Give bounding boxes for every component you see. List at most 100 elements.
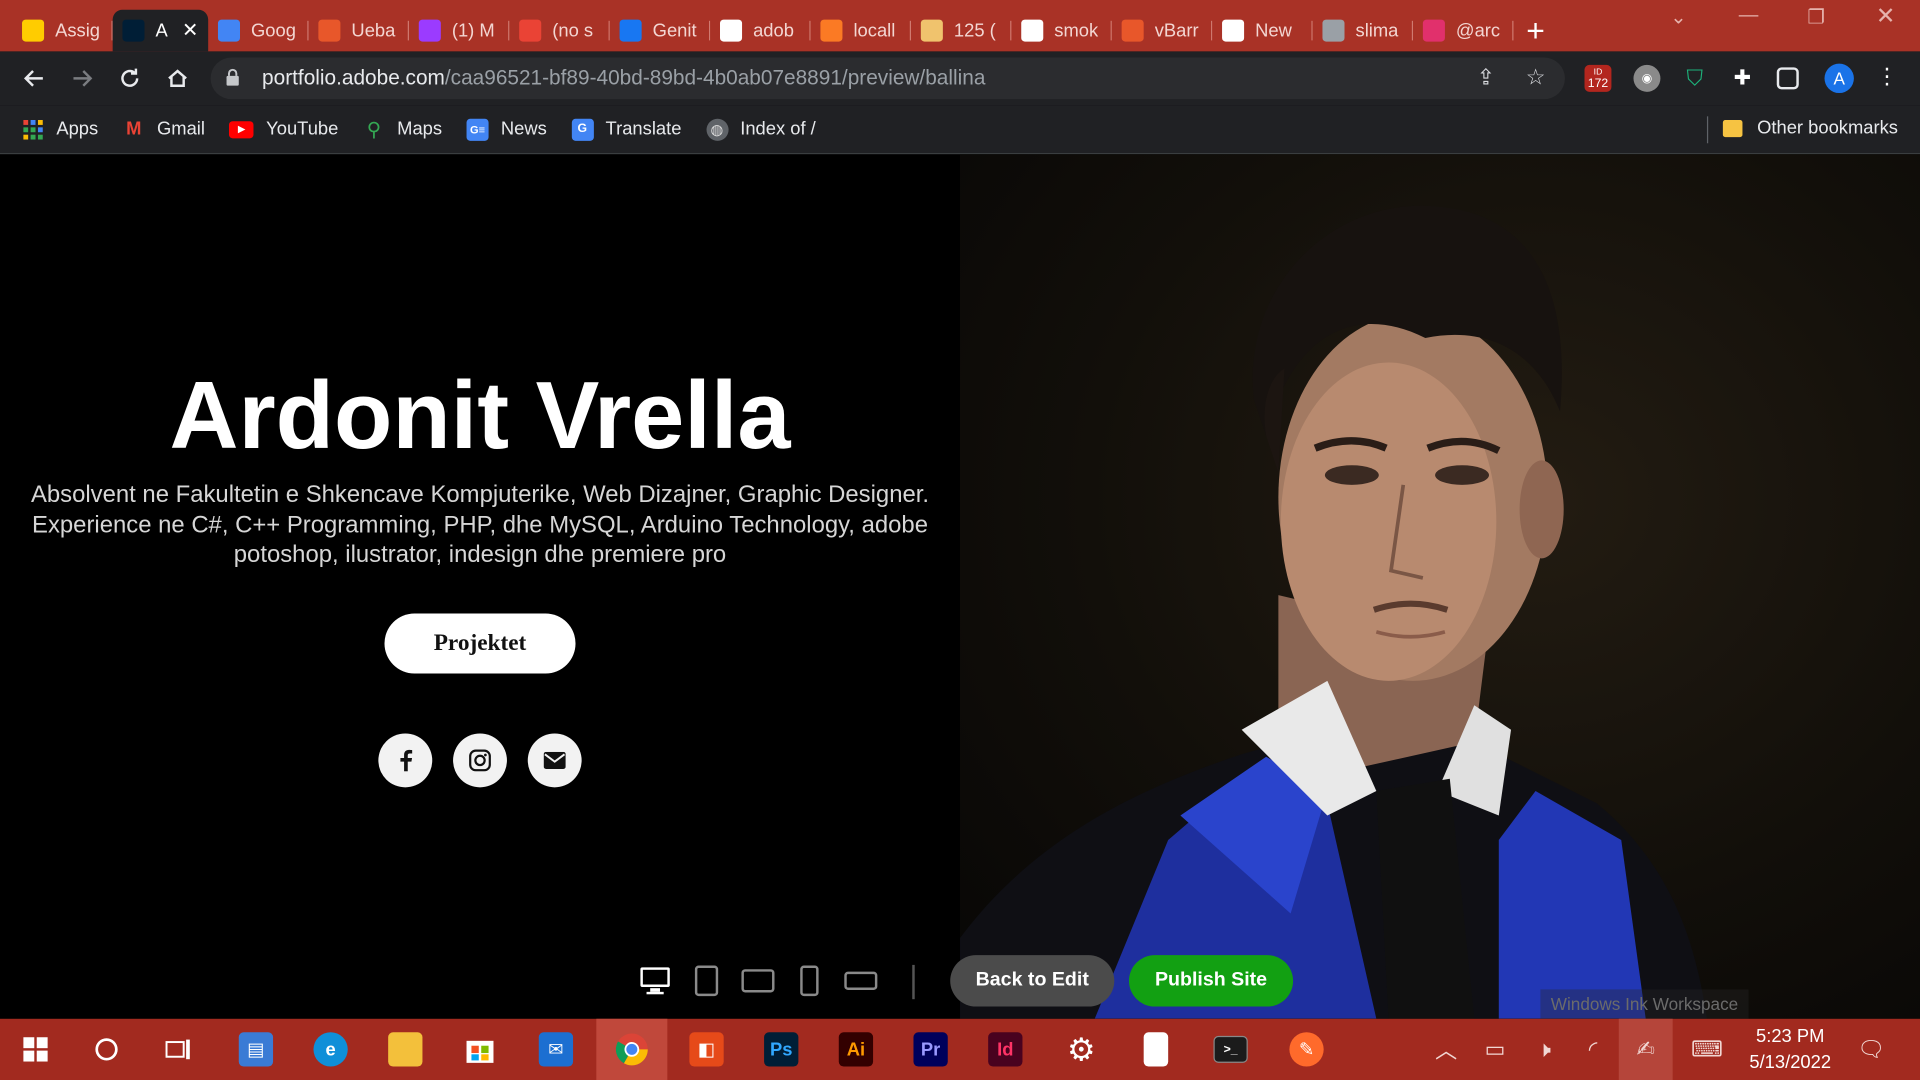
wifi-icon[interactable]: ◜	[1575, 1019, 1612, 1080]
instagram-icon[interactable]	[453, 733, 507, 788]
back-icon[interactable]	[10, 56, 58, 100]
phone-landscape-icon[interactable]	[835, 962, 886, 999]
tablet-landscape-icon[interactable]	[732, 962, 783, 999]
browser-tab[interactable]: slima	[1313, 10, 1414, 52]
monday-icon	[22, 19, 45, 42]
premiere-icon[interactable]: Pr	[895, 1019, 966, 1080]
minimize-icon[interactable]: —	[1739, 5, 1759, 27]
browser-tab[interactable]: Ueba	[309, 10, 409, 52]
forward-icon[interactable]	[58, 56, 106, 100]
illustrator-icon[interactable]: Ai	[820, 1019, 891, 1080]
close-window-icon[interactable]: ✕	[1876, 2, 1895, 30]
tab-title: Goog	[251, 20, 296, 42]
windows-ink-watermark: Windows Ink Workspace	[1540, 989, 1749, 1019]
bookmark-gmail[interactable]: M Gmail	[123, 118, 205, 140]
pen-icon[interactable]: ✎	[1271, 1019, 1342, 1080]
new-tab-button[interactable]: +	[1513, 10, 1557, 52]
office-icon[interactable]: ◧	[671, 1019, 742, 1080]
browser-tab[interactable]: 125 (	[911, 10, 1012, 52]
instagram-icon	[1422, 19, 1445, 42]
globe-icon: ◍	[705, 118, 728, 141]
google-icon	[1021, 19, 1044, 42]
settings-icon[interactable]: ⚙	[1046, 1019, 1117, 1080]
bookmark-star-icon[interactable]: ☆	[1526, 65, 1546, 91]
hero-description: Absolvent ne Fakultetin e Shkencave Komp…	[30, 481, 930, 569]
extensions-puzzle-icon[interactable]: ✚	[1729, 65, 1756, 92]
bookmark-index-of[interactable]: ◍ Index of /	[705, 118, 816, 141]
browser-tab[interactable]: New	[1212, 10, 1313, 52]
bookmark-label: Apps	[56, 118, 99, 140]
terminal-icon[interactable]: >_	[1195, 1019, 1266, 1080]
home-icon[interactable]	[153, 56, 201, 100]
volume-muted-icon[interactable]: 🕨	[1526, 1019, 1563, 1080]
projektet-button[interactable]: Projektet	[384, 613, 576, 674]
store-window-icon[interactable]: ▤	[220, 1019, 291, 1080]
phone-portrait-icon[interactable]	[784, 962, 835, 999]
browser-tab[interactable]: vBarr	[1112, 10, 1213, 52]
mail-icon[interactable]	[527, 733, 582, 788]
back-to-edit-button[interactable]: Back to Edit	[950, 955, 1115, 1007]
tab-title: New	[1255, 20, 1292, 42]
extension-counter-icon[interactable]: ID 172	[1584, 64, 1612, 92]
profile-avatar[interactable]: A	[1824, 63, 1854, 94]
desktop-icon[interactable]	[629, 962, 680, 999]
chrome-icon[interactable]	[596, 1018, 668, 1080]
browser-tab[interactable]: Genit	[610, 10, 711, 52]
indesign-icon[interactable]: Id	[970, 1019, 1041, 1080]
browser-tab[interactable]: (no s	[509, 10, 610, 52]
browser-tab[interactable]: smok	[1011, 10, 1112, 52]
news-icon: G≡	[466, 118, 489, 141]
windows-taskbar: ▤ e ✉ ◧ Ps Ai Pr Id ⚙ >_ ✎ ︿ ▭ 🕨 ◜ ✍ ⌨ 5…	[0, 1018, 1920, 1080]
bookmark-youtube[interactable]: ▶ YouTube	[229, 119, 338, 140]
preview-divider	[912, 964, 915, 1000]
bookmark-translate[interactable]: G Translate	[571, 118, 681, 141]
owl-extension-icon[interactable]: ◉	[1633, 64, 1661, 92]
browser-tab[interactable]: locall	[811, 10, 912, 52]
tab-search-icon[interactable]: ⌄	[1670, 5, 1686, 29]
task-view-icon[interactable]	[143, 1019, 214, 1080]
shield-extension-icon[interactable]: ⛉	[1681, 65, 1708, 92]
apps-grid-icon	[22, 118, 44, 140]
restore-icon[interactable]: ❐	[1807, 5, 1825, 29]
browser-tab[interactable]: Assig	[12, 10, 113, 52]
start-icon[interactable]	[0, 1019, 71, 1080]
microsoft-store-icon[interactable]	[444, 1019, 515, 1080]
google-icon	[720, 19, 743, 42]
browser-tab[interactable]: (1) M	[409, 10, 510, 52]
reload-icon[interactable]	[105, 56, 153, 100]
bookmark-apps[interactable]: Apps	[22, 118, 98, 140]
photoshop-icon[interactable]: Ps	[746, 1019, 817, 1080]
browser-tab[interactable]: @arc	[1413, 10, 1514, 52]
youtube-icon: ▶	[229, 120, 254, 138]
show-hidden-icons[interactable]: ︿	[1428, 1019, 1465, 1080]
close-tab-icon[interactable]: ✕	[182, 18, 198, 42]
bookmark-news[interactable]: G≡ News	[466, 118, 547, 141]
tablet-portrait-icon[interactable]	[681, 962, 732, 999]
notifications-icon[interactable]: 🗨	[1844, 1019, 1898, 1080]
share-icon[interactable]: ⇪	[1477, 65, 1495, 91]
file-explorer-icon[interactable]	[370, 1019, 441, 1080]
mail-app-icon[interactable]: ✉	[520, 1019, 591, 1080]
tab-title: (1) M	[451, 20, 495, 42]
facebook-icon[interactable]	[378, 733, 433, 788]
touch-keyboard-icon[interactable]: ⌨	[1682, 1019, 1731, 1080]
bookmark-other[interactable]: Other bookmarks	[1722, 118, 1898, 138]
address-bar[interactable]: portfolio.adobe.com/caa96521-bf89-40bd-8…	[210, 57, 1565, 100]
lock-icon[interactable]	[225, 68, 262, 89]
notepad-icon[interactable]	[1120, 1019, 1191, 1080]
browser-tab[interactable]: A ✕	[112, 9, 209, 52]
side-panel-icon[interactable]	[1776, 67, 1799, 90]
battery-icon[interactable]: ▭	[1477, 1019, 1514, 1080]
windows-ink-icon[interactable]: ✍	[1618, 1018, 1673, 1080]
bookmark-maps[interactable]: ⚲ Maps	[363, 118, 442, 140]
publish-site-button[interactable]: Publish Site	[1128, 955, 1294, 1007]
tab-title: locall	[853, 20, 896, 42]
menu-kebab-icon[interactable]: ⋮	[1873, 62, 1900, 89]
edge-icon[interactable]: e	[295, 1019, 366, 1080]
portfolio-preview: Ardonit Vrella Absolvent ne Fakultetin e…	[0, 154, 1920, 1019]
browser-tab[interactable]: adob	[710, 10, 811, 52]
browser-tab[interactable]: Goog	[208, 10, 309, 52]
search-icon[interactable]	[71, 1019, 142, 1080]
maps-icon: ⚲	[366, 119, 382, 141]
clock[interactable]: 5:23 PM 5/13/2022	[1741, 1024, 1839, 1075]
